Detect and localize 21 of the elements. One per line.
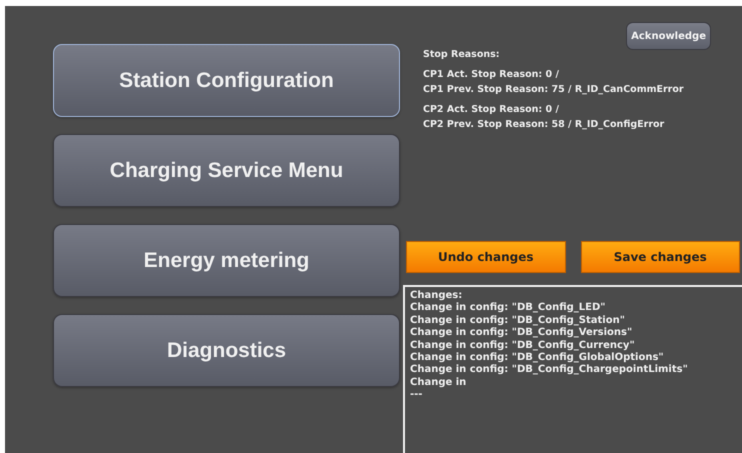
menu-button[interactable]: Energy metering	[53, 224, 400, 297]
menu-button[interactable]: Charging Service Menu	[53, 134, 400, 207]
acknowledge-button[interactable]: Acknowledge	[626, 22, 711, 50]
menu-button[interactable]: Station Configuration	[53, 44, 400, 117]
log-line: Change in config: "DB_Config_LED"	[410, 302, 606, 315]
log-line: Change in config: "DB_Config_GlobalOptions"	[410, 352, 665, 364]
stop-reason-text: CP1 Prev. Stop Reason: 75 / R_ID_CanCommError	[423, 83, 685, 97]
menu-button[interactable]: Diagnostics	[53, 314, 400, 387]
undo-button[interactable]: Undo changes	[406, 241, 566, 273]
log-line: Change in	[410, 376, 468, 390]
stop-reasons-title: Stop Reasons:	[423, 48, 501, 62]
log-line: Change in config: "DB_Config_Station"	[410, 314, 626, 327]
stop-reason-text: CP2 Act. Stop Reason: 0 /	[423, 103, 560, 117]
stop-reason-text: CP2 Prev. Stop Reason: 58 / R_ID_ConfigError	[423, 118, 666, 132]
stop-reason-text: CP1 Act. Stop Reason: 0 /	[423, 68, 560, 82]
log-line: Changes:	[410, 290, 464, 302]
log-line: Change in config: "DB_Config_Currency"	[410, 340, 636, 352]
log-line: Change in config: "DB_Config_Versions"	[410, 327, 634, 340]
log-line: ---	[410, 389, 424, 402]
save-button[interactable]: Save changes	[580, 241, 740, 273]
log-line: Change in config: "DB_Config_ChargepointLimits"	[410, 364, 689, 377]
